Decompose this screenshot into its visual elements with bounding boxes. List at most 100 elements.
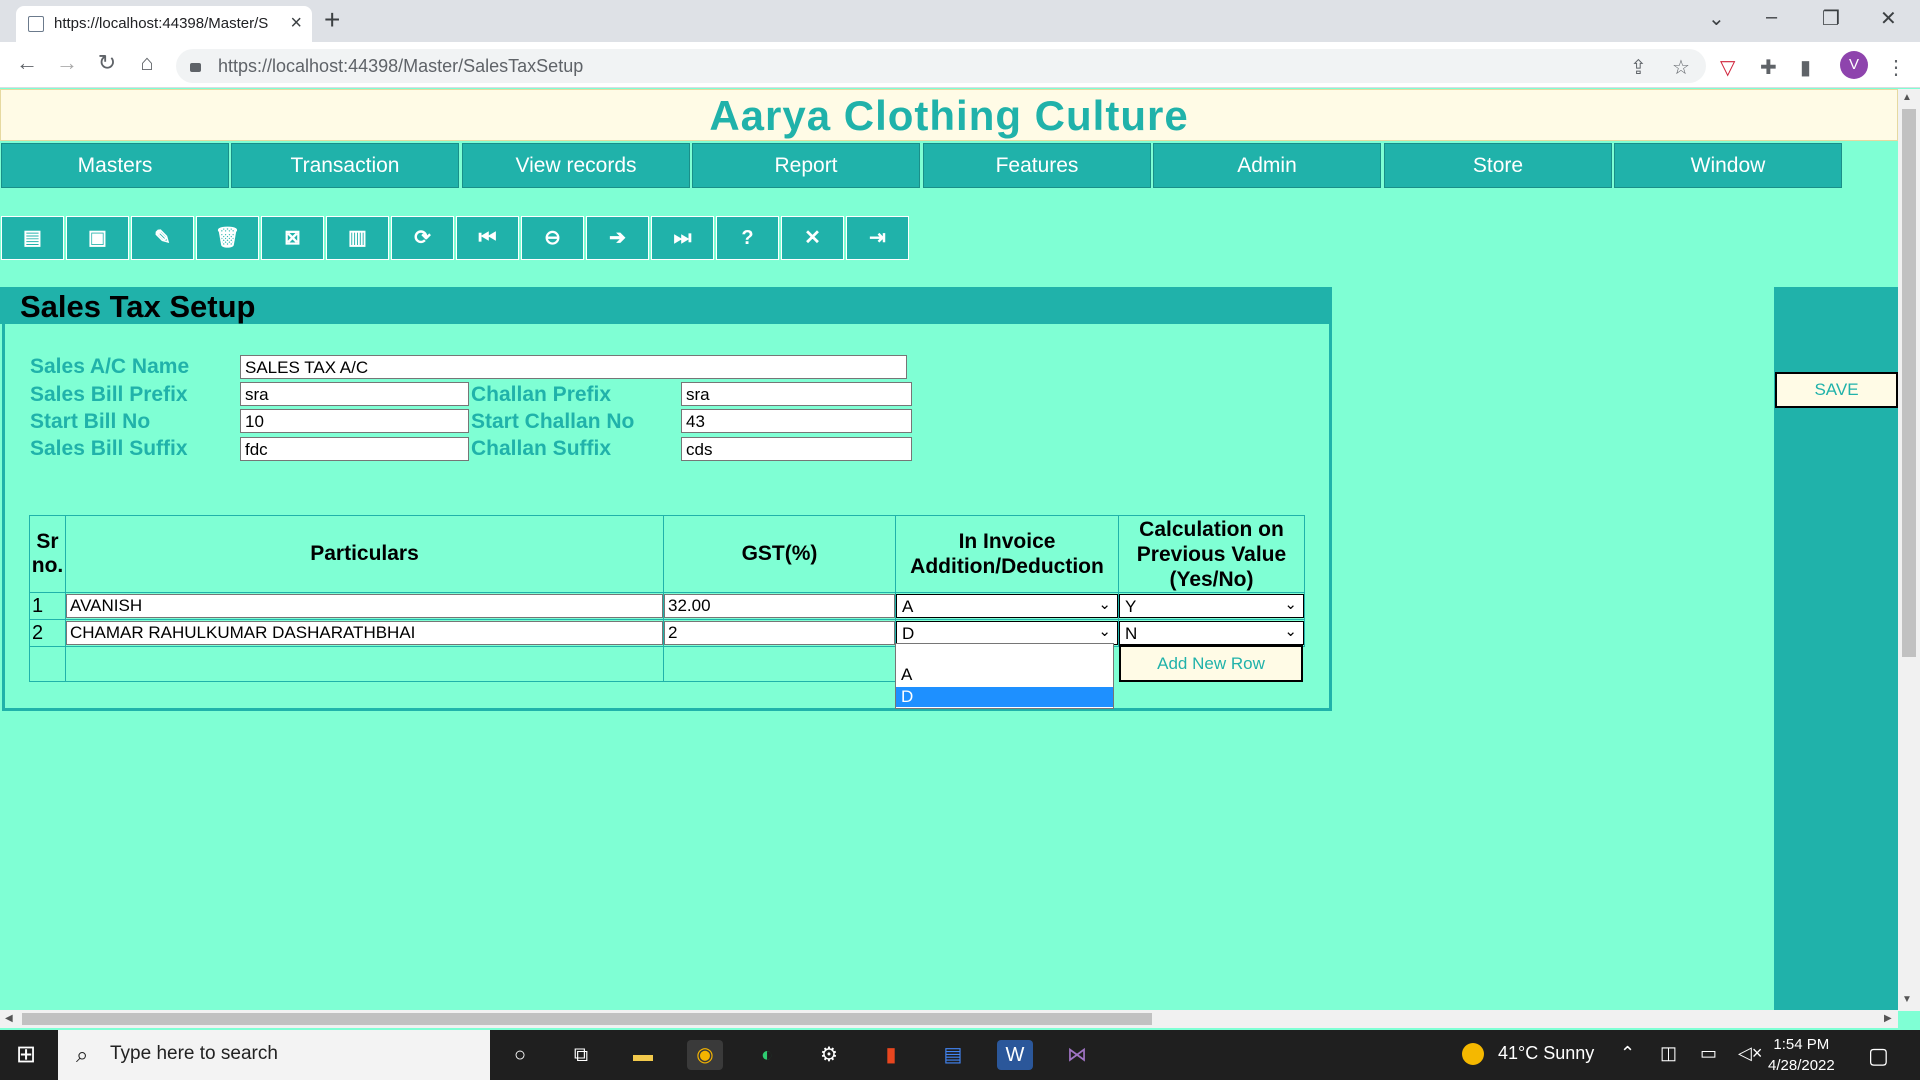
scroll-up-icon[interactable]: ▲: [1902, 92, 1912, 103]
challan-prefix-field[interactable]: sra: [681, 382, 912, 406]
menu-report[interactable]: Report: [692, 143, 920, 188]
scroll-right-icon[interactable]: ▶: [1884, 1013, 1892, 1024]
browser-menu-icon[interactable]: ⋮: [1886, 55, 1906, 80]
paste-icon[interactable]: ▥: [326, 216, 389, 260]
reload-icon[interactable]: ↻: [92, 50, 122, 76]
cancel-icon[interactable]: ⊠: [261, 216, 324, 260]
forward-icon[interactable]: →: [52, 50, 82, 76]
page-icon: [28, 16, 44, 32]
edge-icon[interactable]: ◐: [749, 1040, 785, 1070]
exit-icon[interactable]: ⇥: [846, 216, 909, 260]
sales-bill-prefix-field[interactable]: sra: [240, 382, 469, 406]
vertical-scroll-thumb[interactable]: [1902, 109, 1916, 657]
dropdown-option-d-selected[interactable]: D: [896, 687, 1113, 707]
url-text: https://localhost:44398/Master/SalesTaxS…: [218, 56, 584, 76]
sales-ac-name-field[interactable]: SALES TAX A/C: [240, 355, 907, 379]
windows-start-icon[interactable]: ⊞: [16, 1040, 36, 1069]
horizontal-scroll-thumb[interactable]: [22, 1013, 1152, 1025]
file-explorer-icon[interactable]: ▬: [625, 1040, 661, 1070]
side-panel-icon[interactable]: ▮: [1800, 55, 1811, 80]
gst-field[interactable]: 32.00: [664, 594, 895, 618]
calculation-select[interactable]: N ⌄: [1119, 621, 1304, 645]
challan-suffix-field[interactable]: cds: [681, 437, 912, 461]
table-header-row: Sr no. Particulars GST(%) In Invoice Addit…: [29, 515, 1305, 593]
word-icon[interactable]: W: [997, 1040, 1033, 1070]
row-calc-cell: N ⌄: [1118, 619, 1305, 647]
close-tab-icon[interactable]: ×: [290, 12, 302, 35]
menu-store[interactable]: Store: [1384, 143, 1612, 188]
gst-header: GST(%): [663, 515, 896, 593]
menu-window[interactable]: Window: [1614, 143, 1842, 188]
browser-tab[interactable]: https://localhost:44398/Master/S ×: [16, 6, 312, 42]
delete-icon[interactable]: 🗑: [196, 216, 259, 260]
profile-avatar[interactable]: V: [1840, 51, 1868, 79]
chrome-icon[interactable]: ◉: [687, 1040, 723, 1070]
url-field[interactable]: https://localhost:44398/Master/SalesTaxS…: [176, 49, 1706, 83]
row-srno: 1: [29, 592, 66, 620]
settings-gear-icon[interactable]: ⚙: [811, 1040, 847, 1070]
weather-text[interactable]: 41°C Sunny: [1498, 1043, 1594, 1064]
menu-transaction[interactable]: Transaction: [231, 143, 459, 188]
notification-icon[interactable]: ▢: [1868, 1043, 1889, 1069]
taskbar-search[interactable]: ⌕ Type here to search: [58, 1030, 490, 1080]
save-icon[interactable]: ▣: [66, 216, 129, 260]
next-icon[interactable]: ➔: [586, 216, 649, 260]
taskbar-clock[interactable]: 1:54 PM 4/28/2022: [1768, 1034, 1835, 1076]
refresh-icon[interactable]: ⟳: [391, 216, 454, 260]
calculation-select[interactable]: Y ⌄: [1119, 594, 1304, 618]
volume-muted-icon[interactable]: ◁×: [1738, 1043, 1762, 1064]
clock-time: 1:54 PM: [1773, 1036, 1830, 1053]
chevron-down-icon: ⌄: [1098, 623, 1111, 640]
home-icon[interactable]: ⌂: [132, 50, 162, 76]
particulars-field[interactable]: AVANISH: [66, 594, 663, 618]
battery-icon[interactable]: ▭: [1700, 1043, 1717, 1064]
minimize-icon[interactable]: –: [1766, 6, 1777, 29]
extensions-puzzle-icon[interactable]: ✚: [1760, 55, 1777, 80]
first-record-icon[interactable]: ⏮: [456, 216, 519, 260]
gst-field[interactable]: 2: [664, 621, 895, 645]
start-bill-no-field[interactable]: 10: [240, 409, 469, 433]
show-hidden-icons-icon[interactable]: ⌃: [1620, 1043, 1635, 1064]
office-icon[interactable]: ▮: [873, 1040, 909, 1070]
menu-features[interactable]: Features: [923, 143, 1151, 188]
new-tab-icon[interactable]: +: [324, 4, 340, 36]
close-window-icon[interactable]: ✕: [1880, 6, 1897, 31]
add-new-row-button[interactable]: Add New Row: [1119, 645, 1303, 682]
weather-sun-icon: [1462, 1043, 1484, 1065]
bookmark-star-icon[interactable]: ☆: [1672, 55, 1690, 80]
extension-pocket-icon[interactable]: ▽: [1720, 55, 1735, 80]
visual-studio-icon[interactable]: ⋈: [1059, 1040, 1095, 1070]
meet-now-icon[interactable]: ◫: [1660, 1043, 1677, 1064]
previous-icon[interactable]: ⊖: [521, 216, 584, 260]
scroll-down-icon[interactable]: ▼: [1902, 994, 1912, 1005]
close-icon[interactable]: ✕: [781, 216, 844, 260]
share-icon[interactable]: ⇪: [1630, 55, 1647, 80]
cortana-icon[interactable]: ○: [502, 1040, 538, 1070]
scroll-left-icon[interactable]: ◀: [5, 1013, 13, 1024]
help-icon[interactable]: ?: [716, 216, 779, 260]
sales-bill-suffix-field[interactable]: fdc: [240, 437, 469, 461]
back-icon[interactable]: ←: [12, 50, 42, 76]
search-placeholder: Type here to search: [110, 1043, 278, 1064]
maximize-icon[interactable]: ❐: [1822, 6, 1840, 31]
docs-icon[interactable]: ▤: [935, 1040, 971, 1070]
task-view-icon[interactable]: ⧉: [563, 1040, 599, 1070]
particulars-field[interactable]: CHAMAR RAHULKUMAR DASHARATHBHAI: [66, 621, 663, 645]
start-challan-no-field[interactable]: 43: [681, 409, 912, 433]
tab-search-chevron-icon[interactable]: ⌄: [1708, 6, 1725, 31]
menu-masters[interactable]: Masters: [1, 143, 229, 188]
challan-prefix-label: Challan Prefix: [471, 383, 612, 406]
edit-icon[interactable]: ✎: [131, 216, 194, 260]
empty-cell: [29, 646, 66, 682]
dropdown-option-a[interactable]: A: [896, 665, 1113, 685]
last-record-icon[interactable]: ⏭: [651, 216, 714, 260]
menu-admin[interactable]: Admin: [1153, 143, 1381, 188]
app-header: Aarya Clothing Culture: [0, 89, 1898, 141]
menu-view-records[interactable]: View records: [462, 143, 690, 188]
new-file-icon[interactable]: ▤: [1, 216, 64, 260]
page-title: Sales Tax Setup: [20, 289, 256, 324]
invoice-select[interactable]: D ⌄: [896, 621, 1118, 645]
empty-cell: [663, 646, 896, 682]
invoice-select[interactable]: A ⌄: [896, 594, 1118, 618]
save-button[interactable]: SAVE: [1775, 372, 1898, 408]
